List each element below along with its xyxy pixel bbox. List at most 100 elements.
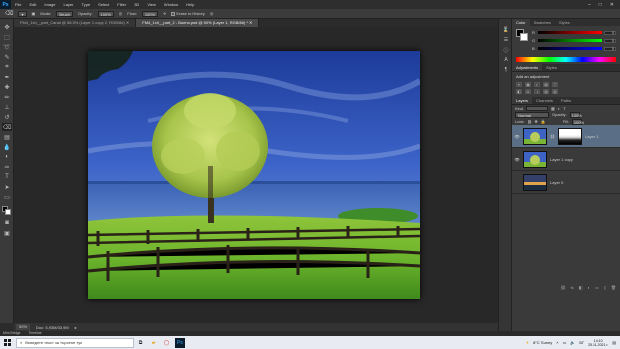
character-panel-icon[interactable]: A [502,57,510,64]
menu-image[interactable]: Image [40,2,59,7]
quick-select-tool-icon[interactable]: ✎ [2,53,12,61]
black-white-icon[interactable]: ◑ [534,89,540,94]
tab-layers[interactable]: Layers [512,97,533,104]
type-tool-icon[interactable]: T [2,173,12,181]
red-slider[interactable]: R 0 [532,30,616,35]
visibility-eye-icon[interactable]: 👁 [514,134,520,139]
fill-field[interactable]: 100% [571,118,584,125]
document-workspace[interactable] [14,27,498,323]
properties-panel-icon[interactable]: ☰ [502,37,510,44]
tab-channels[interactable]: Channels [532,97,557,104]
new-group-icon[interactable]: ▭ [595,285,599,291]
hue-saturation-icon[interactable]: ◧ [516,89,522,94]
menu-view[interactable]: View [143,2,160,7]
brush-tool-icon[interactable]: ✏ [2,93,12,101]
mode-select[interactable]: Brush [56,10,73,17]
volume-icon[interactable]: 🔈 [570,340,575,345]
link-layers-icon[interactable]: ⛓ [561,285,566,291]
channel-mixer-icon[interactable]: ▥ [552,89,558,94]
maximize-button[interactable]: □ [599,2,602,8]
path-select-tool-icon[interactable]: ➤ [2,183,12,191]
blue-slider[interactable]: B 0 [532,46,616,51]
menu-window[interactable]: Window [160,2,182,7]
airbrush-icon[interactable]: ✈ [163,11,166,16]
exposure-icon[interactable]: ▤ [543,82,549,87]
green-value[interactable]: 0 [604,38,616,43]
opacity-field[interactable]: 100% [97,10,114,17]
tab-color[interactable]: Color [512,19,530,26]
menu-layer[interactable]: Layer [59,2,77,7]
layer-row[interactable]: 👁 ⛓ Layer 1 [512,125,620,148]
menu-help[interactable]: Help [182,2,198,7]
eraser-tool-icon[interactable]: ⌫ [2,123,12,131]
color-spectrum-ramp[interactable] [516,57,616,62]
lasso-tool-icon[interactable]: ➰ [2,43,12,51]
network-icon[interactable]: ▭ [563,340,567,345]
close-button[interactable]: ✕ [610,2,614,8]
menu-filter[interactable]: Filter [113,2,130,7]
tab-adjustments[interactable]: Adjustments [512,64,543,71]
layer-name[interactable]: Layer 1 copy [550,157,573,162]
curves-icon[interactable]: ◐ [534,82,540,87]
layer-opacity-field[interactable]: 100% [569,111,582,118]
healing-tool-icon[interactable]: ✚ [2,83,12,91]
layer-mask-thumbnail[interactable] [558,127,583,145]
move-tool-icon[interactable]: ✥ [2,23,12,31]
zoom-field[interactable]: 50% [16,324,31,330]
brightness-icon[interactable]: ☀ [516,82,522,87]
brush-panel-icon[interactable]: ▣ [32,11,36,16]
erase-history-checkbox[interactable]: Erase to History [171,11,205,16]
info-panel-icon[interactable]: ⓘ [502,47,510,54]
doc-tab-2[interactable]: FM4_1xh__part_2 - Bueno.psd @ 50% (Layer… [136,19,260,27]
add-mask-icon[interactable]: ◧ [579,285,583,291]
windows-start-icon[interactable] [0,336,14,349]
tab-styles[interactable]: Styles [555,19,574,26]
layer-name[interactable]: Layer 0 [550,180,563,185]
photo-filter-icon[interactable]: ▨ [543,89,549,94]
levels-icon[interactable]: ▦ [525,82,531,87]
crop-tool-icon[interactable]: ⌗ [2,63,12,71]
flow-field[interactable]: 100% [141,10,159,17]
layer-row[interactable]: 👁 Layer 1 copy [512,148,620,171]
green-slider[interactable]: G 0 [532,38,616,43]
dodge-tool-icon[interactable]: ◐ [2,153,12,161]
notifications-icon[interactable]: ▤ [612,340,616,345]
gradient-tool-icon[interactable]: ▤ [2,133,12,141]
layer-row[interactable]: Layer 0 [512,171,620,194]
eyedropper-tool-icon[interactable]: ✒ [2,73,12,81]
pen-tool-icon[interactable]: ✑ [2,163,12,171]
minimize-button[interactable]: – [588,2,591,8]
weather-icon[interactable]: ☀ [525,340,529,345]
color-background-swatch[interactable] [520,33,528,41]
quick-mask-icon[interactable]: ◙ [2,219,12,227]
doc-size[interactable]: Doc: 5,93M/33,9M [36,325,69,330]
marquee-tool-icon[interactable]: ⬚ [2,33,12,41]
new-layer-icon[interactable]: ▯ [604,285,606,291]
language-indicator[interactable]: БГ [579,340,584,345]
layer-name[interactable]: Layer 1 [585,134,598,139]
image-canvas[interactable] [88,51,420,299]
lock-all-icon[interactable]: 🔒 [541,119,546,124]
pressure-size-icon[interactable]: ◎ [210,11,214,16]
menu-3d[interactable]: 3D [130,2,143,7]
history-brush-tool-icon[interactable]: ↺ [2,113,12,121]
layer-filter-field[interactable] [526,105,549,111]
tray-arrow-icon[interactable]: ˄ [556,340,558,345]
color-balance-icon[interactable]: ⚖ [525,89,531,94]
pressure-opacity-icon[interactable]: ◎ [119,11,123,16]
taskbar-search[interactable]: ⌕ Въведете текст за търсене тук [16,337,134,348]
vibrance-icon[interactable]: ▽ [552,82,558,87]
menu-type[interactable]: Type [78,2,95,7]
link-icon[interactable]: ⛓ [550,134,555,139]
filter-adjust-icon[interactable]: ◐ [558,106,560,111]
tab-swatches[interactable]: Swatches [530,19,555,26]
kind-label[interactable]: Kind [515,106,523,111]
tab-paths[interactable]: Paths [557,97,575,104]
fx-icon[interactable]: fx [571,285,574,291]
brush-size-picker[interactable]: ▾ [18,10,27,17]
lock-pixels-icon[interactable]: ▨ [528,119,532,124]
file-explorer-icon[interactable]: ▰ [147,336,160,349]
weather-text[interactable]: 8°C Sunny [533,340,552,345]
new-adjustment-icon[interactable]: ◐ [588,285,590,291]
opera-icon[interactable]: ◯ [160,336,173,349]
